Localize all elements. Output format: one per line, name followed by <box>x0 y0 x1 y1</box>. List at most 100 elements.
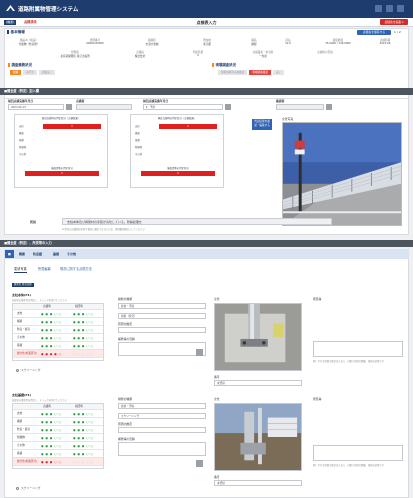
save-inspection-button[interactable]: 点検表を保存する <box>357 30 391 35</box>
check-person-input[interactable] <box>276 104 324 110</box>
health-input[interactable]: Ⅱ：予防 <box>143 104 223 110</box>
user-icon[interactable] <box>375 5 382 12</box>
inspector-label: 点検者 <box>76 99 85 103</box>
current-judgement-table: 現在点検時の判定区分（点検結果） 支柱 Ⅱ 横梁 基礎 附属物 その他 施設診断… <box>130 114 224 188</box>
repair-textarea[interactable] <box>118 442 206 456</box>
damage-type-label: 損傷の種類 <box>118 397 132 401</box>
table-row: 基礎 <box>135 139 140 142</box>
delete-icon[interactable] <box>196 349 203 356</box>
table-row[interactable]: その他 ● ● ● ○ ○ ● ● ● ○ ○ <box>13 334 103 342</box>
info-field: 管理者 北海道開発局 東京出張所 <box>60 51 90 58</box>
app-title: 道路附属物管理システム <box>18 7 79 13</box>
findings-right-textarea[interactable] <box>313 445 403 461</box>
survey-status-header: 調査業務状況 <box>8 62 32 67</box>
table-footer: 施設診断の判定区分 <box>167 167 189 170</box>
findings-label: 所見 <box>30 220 37 224</box>
table-row[interactable]: 防音・遮音 ● ● ● ○ ○ ● ● ● ○ ○ <box>13 426 103 434</box>
info-field: 管理番号 00000-00000 <box>86 39 104 45</box>
table-row[interactable]: 支柱 ● ● ● ○ ○ ● ● ● ○ ○ <box>13 410 103 418</box>
review-judgement-button[interactable]: 判定結果を確認・編集する <box>252 119 272 130</box>
subtab-photos[interactable]: 変状写真 <box>14 266 27 273</box>
findings-input[interactable]: 支柱本体及び横架材の塗装が劣化している。防錆処理を <box>62 218 332 225</box>
overview-photo[interactable] <box>282 122 402 226</box>
evaluation-table: 点検時 前回時 支柱 ● ● ● ○ ○ ● ● ● ○ ○ 横梁 ● ● ● ○ ○… <box>12 303 104 361</box>
edit-inspection-button[interactable]: 点検表を編集 ▾ <box>380 19 408 25</box>
table-row: 横梁 <box>19 132 24 135</box>
findings-right-label: 所見等 <box>313 297 322 301</box>
info-field: 点検時期 2023.06 <box>379 39 391 45</box>
findings-section-bar: ■健全度（判定）、所見等の入力 <box>0 240 413 247</box>
info-field: 構造 鋼製 <box>251 39 257 46</box>
step-started[interactable]: 着手済 <box>23 70 37 75</box>
damage-type-select[interactable]: 腐食・汚損 <box>118 403 206 409</box>
search-icon[interactable] <box>326 104 332 110</box>
calendar-icon[interactable] <box>225 104 231 110</box>
damage-photo[interactable] <box>214 403 302 471</box>
step-request[interactable]: 依頼 <box>10 70 22 75</box>
damage-degree-input[interactable]: 損傷（状況） <box>118 313 206 319</box>
logout-icon[interactable] <box>397 5 404 12</box>
table-row[interactable]: 横梁 ● ● ● ○ ○ ● ● ● ○ ○ <box>13 318 103 326</box>
table-footer: 施設診断の判定区分 <box>51 167 73 170</box>
screening-option[interactable]: スクリーニング <box>16 486 41 490</box>
repair-textarea[interactable] <box>118 342 206 356</box>
findings-right-textarea[interactable] <box>313 341 403 357</box>
damage-photo[interactable] <box>214 303 302 371</box>
settings-icon[interactable] <box>386 5 393 12</box>
check-person-label: 確認者 <box>276 99 285 103</box>
info-field: 施設ID（施設） 付属物（防音壁） <box>18 39 40 46</box>
info-field: 延長 12.0 <box>285 39 291 45</box>
table-row[interactable]: 基礎 ● ● ● ○ ○ ● ● ● ○ ○ <box>13 450 103 458</box>
step-unconfirmed[interactable]: 現場調査済み未確認 <box>218 70 248 75</box>
part-hint: 各部位の健全性を判定し、チェックを付けてください <box>12 299 68 302</box>
photo-number-input[interactable]: 未登録 <box>214 380 302 386</box>
table-row: その他 <box>135 153 143 156</box>
table-row[interactable]: 支柱 ● ● ● ○ ○ ● ● ● ○ ○ <box>13 310 103 318</box>
tab-foundation[interactable]: 基礎 <box>53 250 59 258</box>
table-row[interactable]: その他 ● ● ● ○ ○ ● ● ● ○ ○ <box>13 442 103 450</box>
table-row[interactable]: 防音・遮音 ● ● ● ○ ○ ● ● ● ○ ○ <box>13 326 103 334</box>
step-complete[interactable]: 調査完了 <box>38 70 56 75</box>
check-date-label: 前回点検実施年月日 <box>143 99 169 103</box>
part-heading: 支柱本体(P1) <box>12 293 32 297</box>
lower-tabs-bar <box>4 249 409 259</box>
table-row-total[interactable]: 健全性(対策区分) ● ● ● ○ ○ ○ ○ ○ ○ ○ <box>13 458 103 466</box>
screening-option[interactable]: スクリーニング <box>16 368 41 372</box>
damage-degree-input[interactable]: スクリーニング <box>118 413 206 419</box>
delete-icon[interactable] <box>196 460 203 467</box>
judgement-cell[interactable]: Ⅱ <box>43 124 101 129</box>
inspection-date-input[interactable]: 2023-06-15 <box>8 104 64 110</box>
repair-label: 補修等の見解 <box>118 437 135 441</box>
photo-number-label: 番号 <box>214 375 220 379</box>
calendar-icon[interactable] <box>66 104 72 110</box>
damage-type-select[interactable]: 腐食・汚損 <box>118 303 206 309</box>
inspector-input[interactable] <box>76 104 132 110</box>
part-hint: 各部位の健全性を判定し、チェックを付けてください <box>12 399 68 402</box>
field-survey-status-header: 現場調査状況 <box>212 62 236 67</box>
basic-info-header: 基本情報 <box>7 30 25 35</box>
photo-number-label: 番号 <box>214 475 220 479</box>
tab-overview[interactable]: 概要 <box>19 250 25 258</box>
table-row[interactable]: 横梁 ● ● ● ○ ○ ● ● ● ○ ○ <box>13 418 103 426</box>
table-row: 横梁 <box>135 132 140 135</box>
step-confirmed[interactable]: 現場調査確認 <box>249 70 271 75</box>
table-row[interactable]: 附属物 ● ● ● ○ ○ ● ● ● ○ ○ <box>13 434 103 442</box>
findings-right-label: 所見等 <box>313 397 322 401</box>
table-row: 附属物 <box>19 146 27 149</box>
tab-menu[interactable]: ■ <box>5 250 14 258</box>
header-icons <box>375 5 409 12</box>
judgement-result-cell: Ⅱ <box>141 171 215 176</box>
subtab-method[interactable]: 現況に関する点検方法 <box>60 266 92 271</box>
photo-number-input[interactable]: 未登録 <box>214 480 302 486</box>
table-row[interactable]: 基礎 ● ● ● ○ ○ ● ● ● ○ ○ <box>13 342 103 350</box>
judgement-cell[interactable]: Ⅱ <box>159 124 217 129</box>
cause-input[interactable] <box>118 427 206 433</box>
table-row-total[interactable]: 健全性(対策区分) ● ● ● ● ○ ○ ○ ○ ○ ○ <box>13 350 103 358</box>
subtab-findings[interactable]: 所見編纂 <box>38 266 51 271</box>
cause-input[interactable] <box>118 327 206 333</box>
findings-right-hint: 例）平行な状態で錆が出ており、対策と同様な整備、更新が必要です <box>313 464 385 467</box>
tab-noise-wall[interactable]: 防音壁 <box>33 250 42 258</box>
step-done[interactable]: 完了 <box>272 70 285 75</box>
table-row: 附属物 <box>135 146 143 149</box>
tab-other[interactable]: その他 <box>67 250 76 258</box>
